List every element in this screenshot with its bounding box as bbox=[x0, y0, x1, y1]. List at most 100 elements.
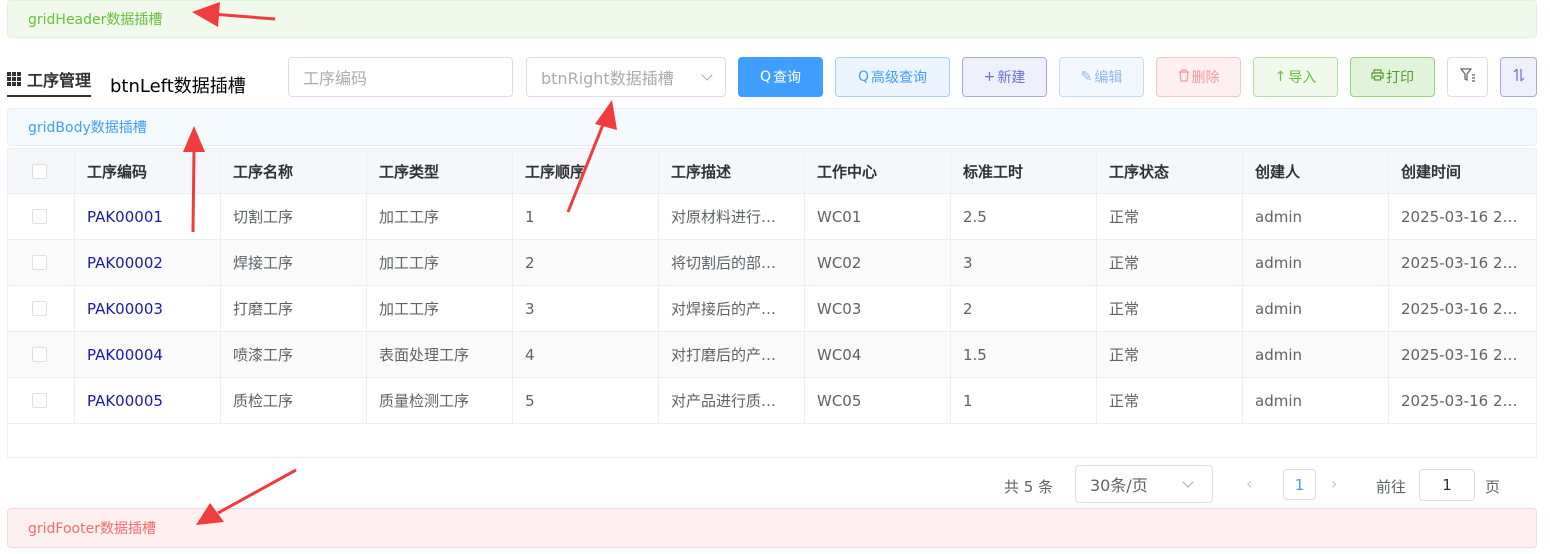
grid-footer-slot-label: gridFooter数据插槽 bbox=[28, 521, 156, 537]
query-button-label: 查询 bbox=[773, 70, 802, 86]
process-code-link[interactable]: PAK00004 bbox=[75, 332, 221, 377]
pencil-icon: ✎ bbox=[1080, 69, 1093, 85]
select-all-cell bbox=[8, 149, 75, 193]
print-button-label: 打印 bbox=[1386, 70, 1414, 86]
table-row[interactable]: PAK00001 切割工序 加工工序 1 对原材料进行… WC01 2.5 正常… bbox=[8, 194, 1536, 240]
table-cell: 2025-03-16 2… bbox=[1401, 391, 1518, 410]
column-header[interactable]: 工序名称 bbox=[221, 149, 367, 193]
btn-right-select[interactable]: btnRight数据插槽 bbox=[526, 57, 726, 97]
table-cell: 1 bbox=[951, 378, 1097, 423]
row-checkbox[interactable] bbox=[32, 347, 47, 362]
table-cell: 2.5 bbox=[951, 194, 1097, 239]
table-cell: 2025-03-16 2… bbox=[1401, 253, 1518, 272]
grid-header-slot-label: gridHeader数据插槽 bbox=[28, 12, 163, 28]
btn-left-slot: btnLeft数据插槽 bbox=[110, 76, 246, 97]
table-cell: 对打磨后的产… bbox=[659, 332, 805, 377]
plus-icon: + bbox=[983, 69, 996, 85]
table-cell: 加工工序 bbox=[367, 240, 513, 285]
table-cell: 对产品进行质… bbox=[659, 378, 805, 423]
goto-page-input[interactable]: 1 bbox=[1419, 469, 1475, 501]
column-header[interactable]: 创建时间 bbox=[1389, 149, 1535, 193]
filter-button[interactable] bbox=[1447, 57, 1488, 97]
column-header[interactable]: 工序顺序 bbox=[513, 149, 659, 193]
process-code-link[interactable]: PAK00001 bbox=[75, 194, 221, 239]
page-size-value: 30条/页 bbox=[1090, 476, 1148, 495]
table-cell: 表面处理工序 bbox=[367, 332, 513, 377]
grid-body-slot-label: gridBody数据插槽 bbox=[28, 120, 147, 136]
row-checkbox[interactable] bbox=[32, 255, 47, 270]
prev-page-button[interactable]: ‹ bbox=[1246, 474, 1252, 493]
sort-icon bbox=[1513, 68, 1525, 86]
table-cell: 正常 bbox=[1097, 194, 1243, 239]
grid-body-slot: gridBody数据插槽 bbox=[7, 108, 1537, 146]
process-code-placeholder: 工序编码 bbox=[303, 69, 368, 88]
pagination-total: 共 5 条 bbox=[1004, 478, 1054, 496]
column-header[interactable]: 工作中心 bbox=[805, 149, 951, 193]
row-checkbox[interactable] bbox=[32, 301, 47, 316]
table-row[interactable]: PAK00004 喷漆工序 表面处理工序 4 对打磨后的产… WC04 1.5 … bbox=[8, 332, 1536, 378]
table-cell: admin bbox=[1243, 286, 1389, 331]
table-cell: 5 bbox=[513, 378, 659, 423]
new-button-label: 新建 bbox=[997, 70, 1026, 86]
table-cell: admin bbox=[1243, 194, 1389, 239]
row-checkbox[interactable] bbox=[32, 393, 47, 408]
search-icon: Q bbox=[857, 69, 870, 85]
process-code-search-input[interactable]: 工序编码 bbox=[288, 57, 513, 97]
table-cell: WC03 bbox=[805, 286, 951, 331]
table-cell: 2025-03-16 2… bbox=[1401, 345, 1518, 364]
new-button[interactable]: + 新建 bbox=[962, 57, 1047, 97]
table-row[interactable]: PAK00002 焊接工序 加工工序 2 将切割后的部… WC02 3 正常 a… bbox=[8, 240, 1536, 286]
table-row[interactable]: PAK00005 质检工序 质量检测工序 5 对产品进行质… WC05 1 正常… bbox=[8, 378, 1536, 424]
edit-button[interactable]: ✎ 编辑 bbox=[1059, 57, 1144, 97]
process-code-link[interactable]: PAK00005 bbox=[75, 378, 221, 423]
grid-icon bbox=[7, 71, 21, 86]
chevron-down-icon bbox=[1182, 476, 1194, 488]
column-header[interactable]: 工序编码 bbox=[75, 149, 221, 193]
table-cell: 质量检测工序 bbox=[367, 378, 513, 423]
delete-button[interactable]: 删除 bbox=[1156, 57, 1241, 97]
sort-button[interactable] bbox=[1500, 57, 1537, 97]
import-button[interactable]: ↑ 导入 bbox=[1253, 57, 1338, 97]
query-button[interactable]: Q 查询 bbox=[738, 57, 823, 97]
page-number-current[interactable]: 1 bbox=[1283, 469, 1316, 500]
next-page-button[interactable]: › bbox=[1331, 474, 1337, 493]
table-cell: 加工工序 bbox=[367, 194, 513, 239]
table-cell: 3 bbox=[951, 240, 1097, 285]
row-select-cell bbox=[8, 378, 75, 423]
table-row[interactable]: PAK00003 打磨工序 加工工序 3 对焊接后的产… WC03 2 正常 a… bbox=[8, 286, 1536, 332]
column-header[interactable]: 工序类型 bbox=[367, 149, 513, 193]
table-cell: 1 bbox=[513, 194, 659, 239]
table-cell: WC01 bbox=[805, 194, 951, 239]
table-cell: 2025-03-16 2… bbox=[1401, 207, 1518, 226]
column-header[interactable]: 标准工时 bbox=[951, 149, 1097, 193]
table-cell: 2 bbox=[513, 240, 659, 285]
table-cell: 正常 bbox=[1097, 378, 1243, 423]
pagination: 共 5 条 30条/页 ‹ 1 › 前往 1 页 bbox=[0, 462, 1550, 508]
print-button[interactable]: 打印 bbox=[1350, 57, 1435, 97]
btn-right-select-value: btnRight数据插槽 bbox=[541, 69, 674, 88]
table-cell: admin bbox=[1243, 332, 1389, 377]
table-cell: WC02 bbox=[805, 240, 951, 285]
advanced-query-button[interactable]: Q 高级查询 bbox=[835, 57, 950, 97]
goto-page-unit: 页 bbox=[1485, 478, 1501, 496]
column-header[interactable]: 工序状态 bbox=[1097, 149, 1243, 193]
row-checkbox[interactable] bbox=[32, 209, 47, 224]
table-cell: 正常 bbox=[1097, 286, 1243, 331]
row-select-cell bbox=[8, 240, 75, 285]
process-code-link[interactable]: PAK00002 bbox=[75, 240, 221, 285]
row-select-cell bbox=[8, 332, 75, 377]
arrow-up-icon: ↑ bbox=[1274, 69, 1287, 85]
page-title-text: 工序管理 bbox=[27, 70, 92, 90]
table-cell: 对原材料进行… bbox=[659, 194, 805, 239]
page-size-select[interactable]: 30条/页 bbox=[1075, 465, 1213, 503]
select-all-checkbox[interactable] bbox=[32, 163, 47, 179]
page-title: 工序管理 bbox=[7, 62, 92, 97]
column-header[interactable]: 工序描述 bbox=[659, 149, 805, 193]
process-code-link[interactable]: PAK00003 bbox=[75, 286, 221, 331]
table-cell: 焊接工序 bbox=[221, 240, 367, 285]
trash-icon bbox=[1178, 68, 1190, 86]
table-empty-space bbox=[8, 424, 1536, 458]
column-header[interactable]: 创建人 bbox=[1243, 149, 1389, 193]
table-cell: 喷漆工序 bbox=[221, 332, 367, 377]
table-cell: 打磨工序 bbox=[221, 286, 367, 331]
